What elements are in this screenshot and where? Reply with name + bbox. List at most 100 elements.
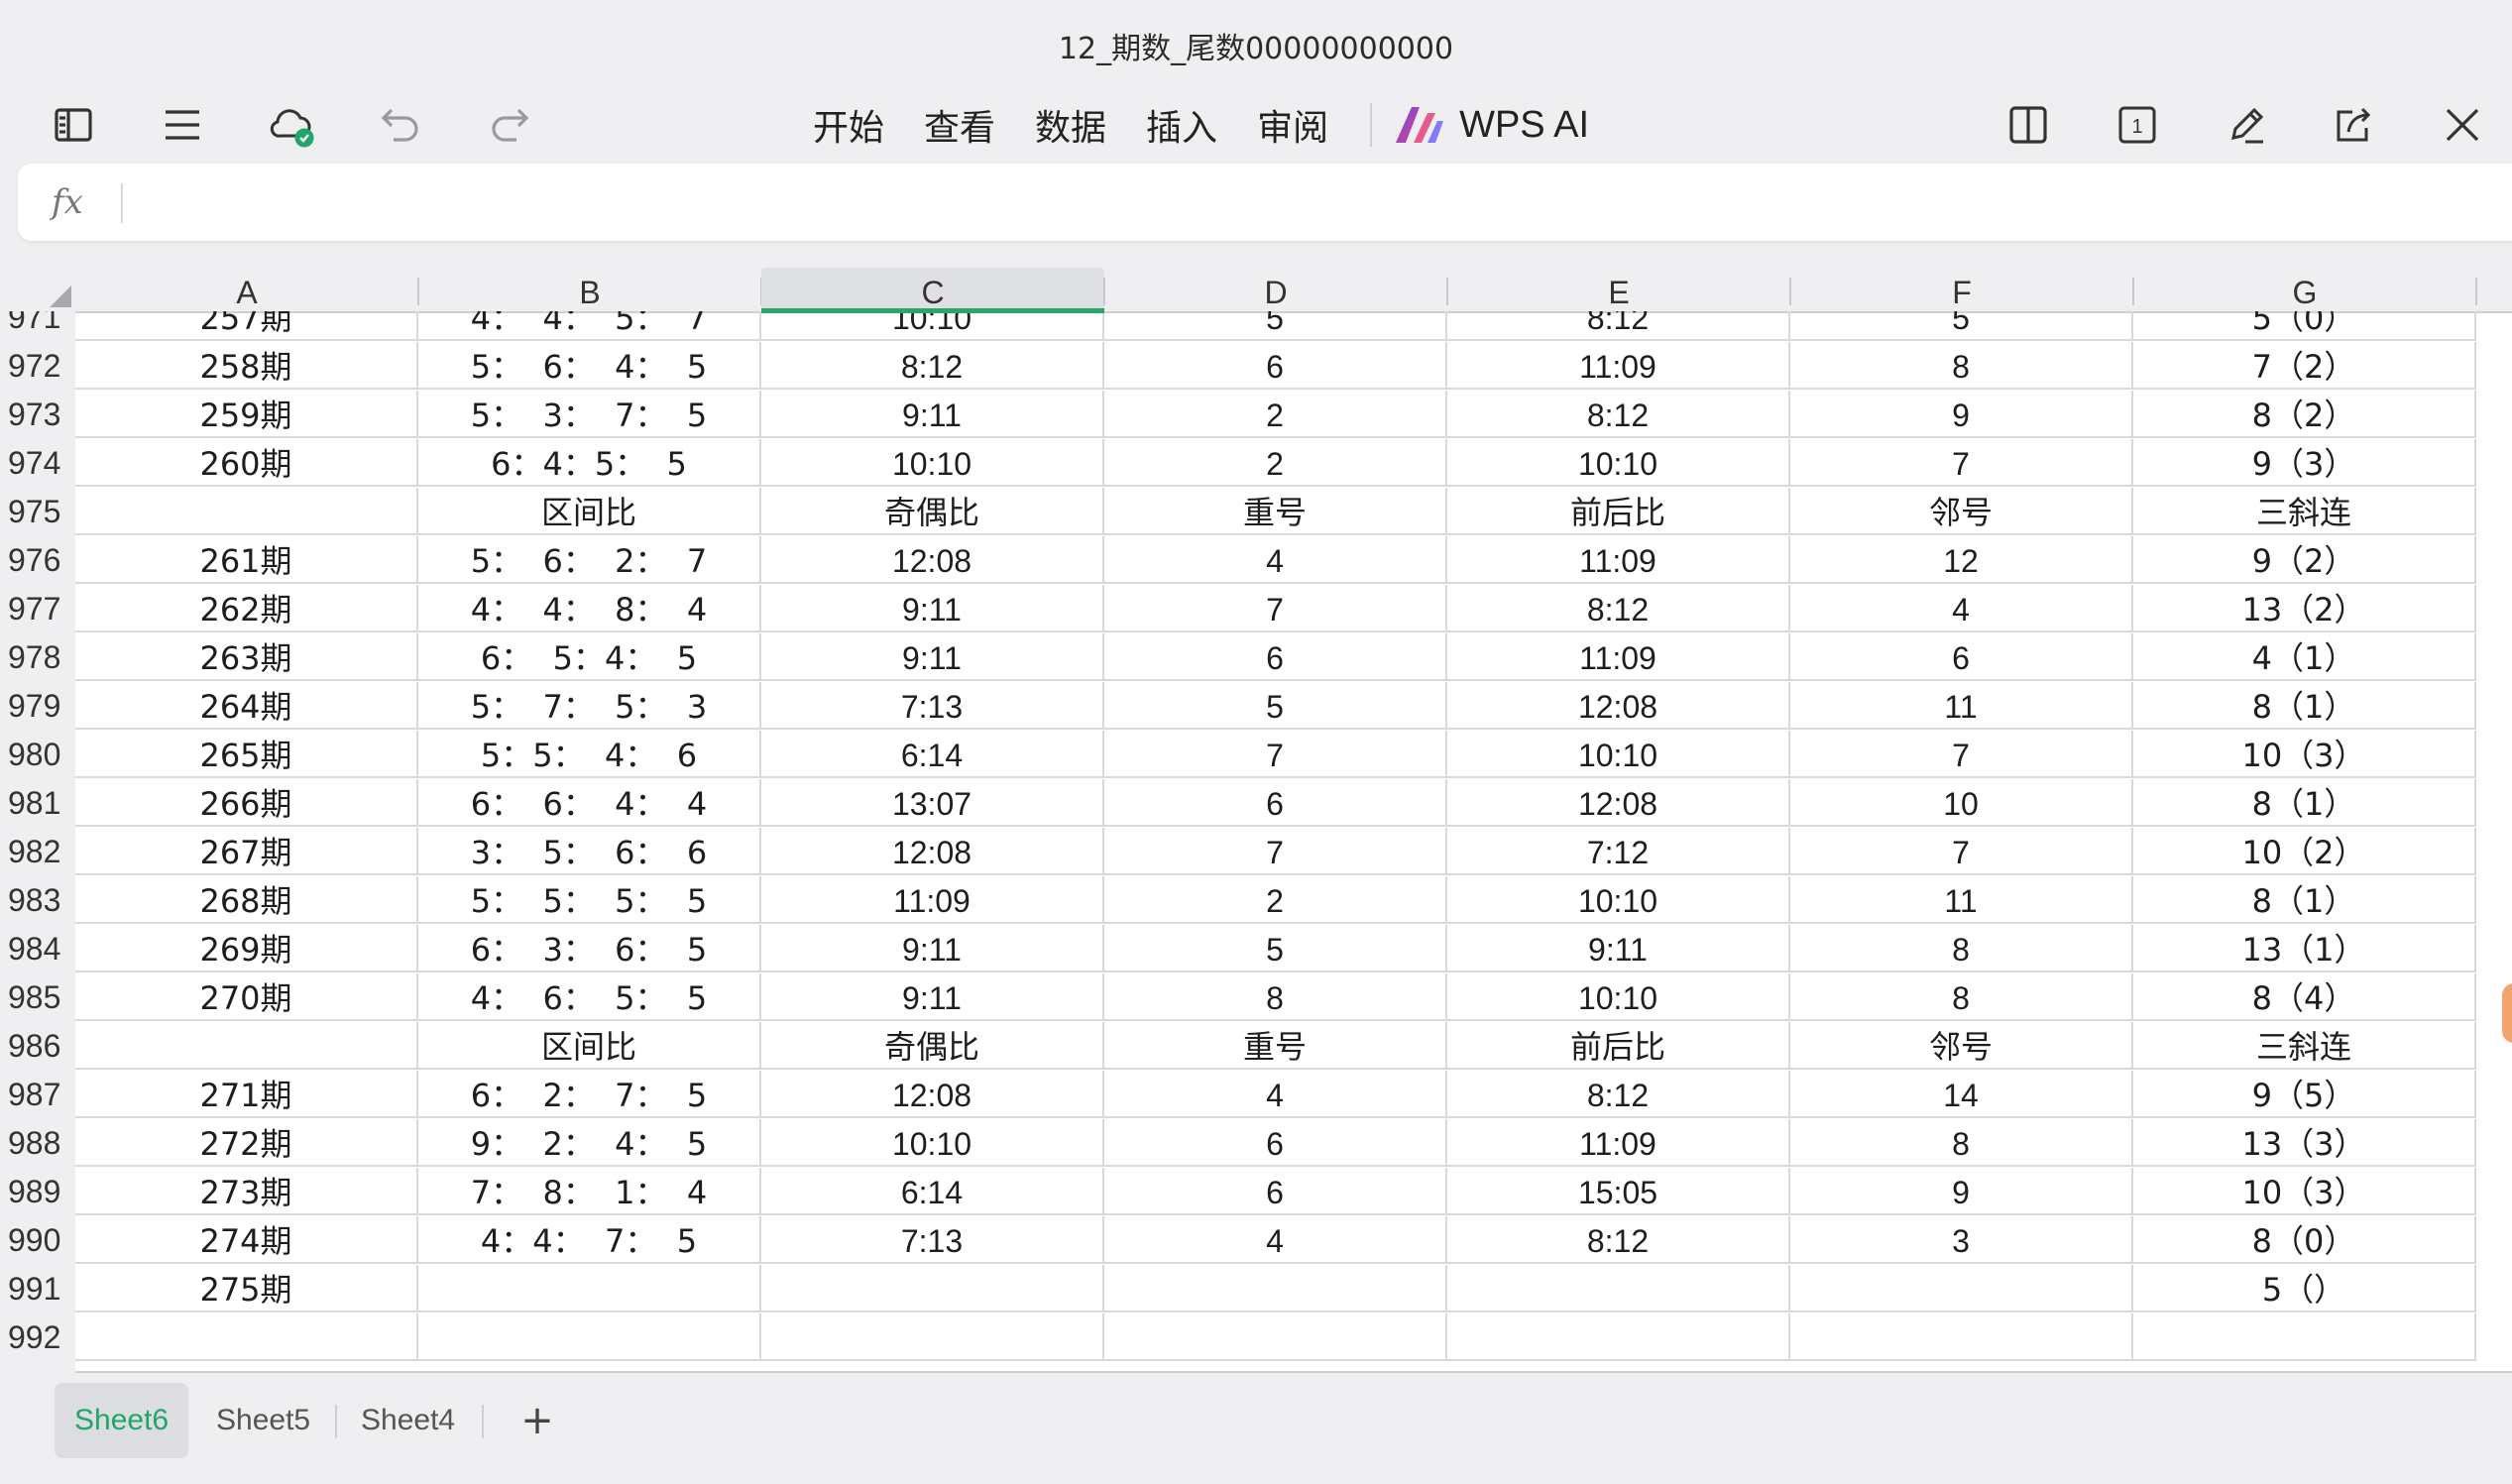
cell-c985[interactable]: 9:11 bbox=[761, 973, 1104, 1021]
row-number[interactable]: 983 bbox=[0, 876, 79, 924]
cell-f972[interactable]: 8 bbox=[1790, 342, 2133, 390]
cell-a983[interactable]: 268期 bbox=[75, 876, 418, 924]
cell-d990[interactable]: 4 bbox=[1104, 1216, 1447, 1264]
row-number[interactable]: 977 bbox=[0, 585, 79, 632]
menu-icon[interactable] bbox=[145, 87, 220, 163]
cell-d986[interactable]: 重号 bbox=[1104, 1022, 1447, 1070]
cell-b983[interactable]: 5： 5： 5： 5 bbox=[418, 876, 761, 924]
row-number[interactable]: 985 bbox=[0, 973, 79, 1021]
cell-a991[interactable]: 275期 bbox=[75, 1265, 418, 1313]
cell-g977[interactable]: 13（2） bbox=[2133, 585, 2476, 632]
select-all-corner[interactable] bbox=[0, 268, 75, 311]
sidebar-icon[interactable] bbox=[36, 87, 111, 163]
cell-f973[interactable]: 9 bbox=[1790, 391, 2133, 438]
cell-g975[interactable]: 三斜连 bbox=[2133, 488, 2476, 535]
cell-b986[interactable]: 区间比 bbox=[418, 1022, 761, 1070]
cell-f991[interactable] bbox=[1790, 1265, 2133, 1313]
cell-b990[interactable]: 4：4： 7： 5 bbox=[418, 1216, 761, 1264]
share-icon[interactable] bbox=[2316, 87, 2391, 163]
cell-f985[interactable]: 8 bbox=[1790, 973, 2133, 1021]
cell-a987[interactable]: 271期 bbox=[75, 1071, 418, 1118]
cell-g978[interactable]: 4（1） bbox=[2133, 633, 2476, 681]
cell-g985[interactable]: 8（4） bbox=[2133, 973, 2476, 1021]
cell-b979[interactable]: 5： 7： 5： 3 bbox=[418, 682, 761, 730]
undo-icon[interactable] bbox=[363, 87, 438, 163]
cell-a990[interactable]: 274期 bbox=[75, 1216, 418, 1264]
cell-d988[interactable]: 6 bbox=[1104, 1119, 1447, 1167]
cell-b988[interactable]: 9： 2： 4： 5 bbox=[418, 1119, 761, 1167]
sheet-tab-sheet6[interactable]: Sheet6 bbox=[55, 1383, 189, 1458]
cell-g991[interactable]: 5（） bbox=[2133, 1265, 2476, 1313]
cell-b981[interactable]: 6： 6： 4： 4 bbox=[418, 779, 761, 827]
cell-d992[interactable] bbox=[1104, 1313, 1447, 1361]
cell-e982[interactable]: 7:12 bbox=[1447, 828, 1790, 875]
cell-c972[interactable]: 8:12 bbox=[761, 342, 1104, 390]
cell-d977[interactable]: 7 bbox=[1104, 585, 1447, 632]
cell-g979[interactable]: 8（1） bbox=[2133, 682, 2476, 730]
cell-a978[interactable]: 263期 bbox=[75, 633, 418, 681]
cell-a975[interactable] bbox=[75, 488, 418, 535]
formula-input[interactable] bbox=[141, 173, 2504, 233]
cell-d976[interactable]: 4 bbox=[1104, 536, 1447, 584]
cell-c978[interactable]: 9:11 bbox=[761, 633, 1104, 681]
cell-b982[interactable]: 3： 5： 6： 6 bbox=[418, 828, 761, 875]
cell-g992[interactable] bbox=[2133, 1313, 2476, 1361]
cell-f987[interactable]: 14 bbox=[1790, 1071, 2133, 1118]
cell-a984[interactable]: 269期 bbox=[75, 925, 418, 972]
cell-e989[interactable]: 15:05 bbox=[1447, 1168, 1790, 1215]
pen-icon[interactable] bbox=[2209, 87, 2284, 163]
column-header-a[interactable]: A bbox=[75, 268, 419, 311]
cell-d974[interactable]: 2 bbox=[1104, 439, 1447, 487]
add-sheet-button[interactable]: + bbox=[510, 1383, 565, 1458]
cell-f981[interactable]: 10 bbox=[1790, 779, 2133, 827]
cell-f974[interactable]: 7 bbox=[1790, 439, 2133, 487]
column-header-e[interactable]: E bbox=[1447, 268, 1791, 311]
cell-b973[interactable]: 5： 3： 7： 5 bbox=[418, 391, 761, 438]
cell-e981[interactable]: 12:08 bbox=[1447, 779, 1790, 827]
cell-c977[interactable]: 9:11 bbox=[761, 585, 1104, 632]
cell-f978[interactable]: 6 bbox=[1790, 633, 2133, 681]
cell-c976[interactable]: 12:08 bbox=[761, 536, 1104, 584]
cell-b992[interactable] bbox=[418, 1313, 761, 1361]
cell-c974[interactable]: 10:10 bbox=[761, 439, 1104, 487]
column-header-b[interactable]: B bbox=[418, 268, 762, 311]
cell-d975[interactable]: 重号 bbox=[1104, 488, 1447, 535]
cell-g972[interactable]: 7（2） bbox=[2133, 342, 2476, 390]
menu-insert[interactable]: 插入 bbox=[1126, 99, 1237, 151]
cell-b972[interactable]: 5： 6： 4： 5 bbox=[418, 342, 761, 390]
row-number[interactable]: 974 bbox=[0, 439, 79, 487]
cell-c992[interactable] bbox=[761, 1313, 1104, 1361]
cell-g990[interactable]: 8（0） bbox=[2133, 1216, 2476, 1264]
cell-g980[interactable]: 10（3） bbox=[2133, 731, 2476, 778]
cell-c987[interactable]: 12:08 bbox=[761, 1071, 1104, 1118]
cell-g981[interactable]: 8（1） bbox=[2133, 779, 2476, 827]
cell-g983[interactable]: 8（1） bbox=[2133, 876, 2476, 924]
fx-icon[interactable]: fx bbox=[52, 164, 83, 241]
cell-f975[interactable]: 邻号 bbox=[1790, 488, 2133, 535]
wps-ai-button[interactable]: WPS AI bbox=[1394, 104, 1589, 147]
cell-g989[interactable]: 10（3） bbox=[2133, 1168, 2476, 1215]
cell-e991[interactable] bbox=[1447, 1265, 1790, 1313]
cell-e979[interactable]: 12:08 bbox=[1447, 682, 1790, 730]
cell-c986[interactable]: 奇偶比 bbox=[761, 1022, 1104, 1070]
cell-d982[interactable]: 7 bbox=[1104, 828, 1447, 875]
cell-f989[interactable]: 9 bbox=[1790, 1168, 2133, 1215]
column-header-g[interactable]: G bbox=[2133, 268, 2477, 311]
cell-b977[interactable]: 4： 4： 8： 4 bbox=[418, 585, 761, 632]
cell-a982[interactable]: 267期 bbox=[75, 828, 418, 875]
cell-d979[interactable]: 5 bbox=[1104, 682, 1447, 730]
cell-d987[interactable]: 4 bbox=[1104, 1071, 1447, 1118]
row-number[interactable]: 988 bbox=[0, 1119, 79, 1167]
cell-d989[interactable]: 6 bbox=[1104, 1168, 1447, 1215]
cell-d972[interactable]: 6 bbox=[1104, 342, 1447, 390]
row-number[interactable]: 990 bbox=[0, 1216, 79, 1264]
row-number[interactable]: 973 bbox=[0, 391, 79, 438]
sheet-tab-sheet4[interactable]: Sheet4 bbox=[341, 1383, 475, 1458]
cell-d991[interactable] bbox=[1104, 1265, 1447, 1313]
row-number[interactable]: 972 bbox=[0, 342, 79, 390]
cell-c979[interactable]: 7:13 bbox=[761, 682, 1104, 730]
cell-d980[interactable]: 7 bbox=[1104, 731, 1447, 778]
cell-f983[interactable]: 11 bbox=[1790, 876, 2133, 924]
cell-f986[interactable]: 邻号 bbox=[1790, 1022, 2133, 1070]
cell-b985[interactable]: 4： 6： 5： 5 bbox=[418, 973, 761, 1021]
